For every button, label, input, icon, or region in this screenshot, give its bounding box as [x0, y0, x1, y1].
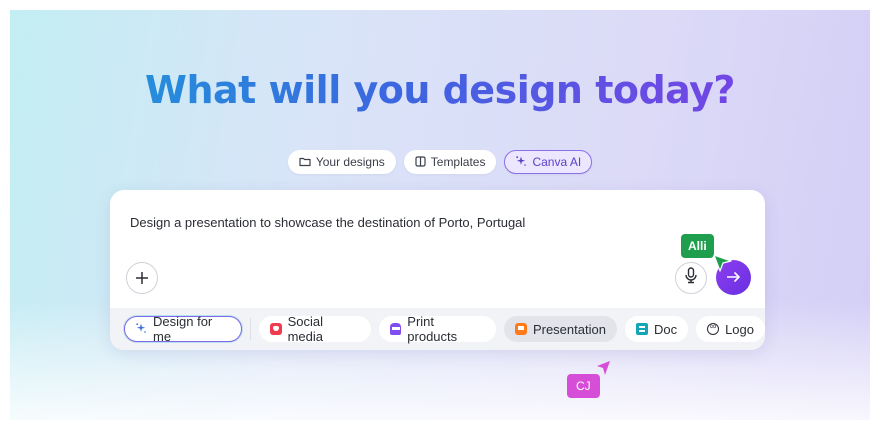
folder-icon — [299, 156, 311, 169]
chip-label: Social media — [287, 314, 323, 344]
microphone-icon — [684, 267, 698, 289]
plus-icon — [135, 267, 149, 289]
tab-canva-ai[interactable]: Canva AI — [504, 150, 593, 174]
printer-icon — [389, 323, 402, 335]
chip-doc[interactable]: Doc — [624, 316, 689, 342]
chip-label: Design for me — [153, 314, 213, 344]
tab-your-designs[interactable]: Your designs — [287, 150, 396, 174]
chip-label: Print products — [407, 314, 458, 344]
heart-badge-icon — [269, 323, 282, 335]
cursor-arrow-icon — [713, 254, 732, 272]
prompt-card: Design a presentation to showcase the de… — [110, 190, 765, 350]
collaborator-label-cj: CJ — [567, 374, 600, 398]
chip-label: Doc — [653, 321, 678, 337]
prompt-input[interactable]: Design a presentation to showcase the de… — [130, 215, 525, 230]
sparkle-icon — [135, 322, 147, 337]
microphone-button[interactable] — [675, 262, 707, 294]
chip-design-for-me[interactable]: Design for me — [124, 314, 242, 344]
doc-icon — [635, 323, 648, 335]
add-button[interactable] — [126, 262, 158, 294]
templates-icon — [415, 155, 426, 169]
category-bar: Design for me Social media Print product… — [110, 308, 765, 350]
chip-presentation[interactable]: Presentation — [503, 316, 617, 342]
chip-divider — [249, 318, 251, 340]
mode-tabs: Your designs Templates Canva AI — [10, 150, 870, 174]
page-title: What will you design today? — [10, 68, 870, 112]
tab-label: Canva AI — [532, 155, 582, 169]
chip-label: Presentation — [532, 321, 606, 337]
chip-print-products[interactable]: Print products — [378, 314, 496, 344]
tab-templates[interactable]: Templates — [403, 150, 497, 174]
presentation-icon — [514, 323, 527, 335]
tab-label: Your designs — [315, 155, 385, 169]
tab-label: Templates — [430, 155, 486, 169]
chip-label: Logo — [725, 321, 754, 337]
chip-social-media[interactable]: Social media — [258, 314, 371, 344]
collaborator-label-alli: Alli — [681, 234, 714, 258]
sparkle-icon — [515, 155, 527, 169]
chip-logo[interactable]: Logo — [696, 316, 765, 342]
logo-icon — [707, 321, 720, 335]
